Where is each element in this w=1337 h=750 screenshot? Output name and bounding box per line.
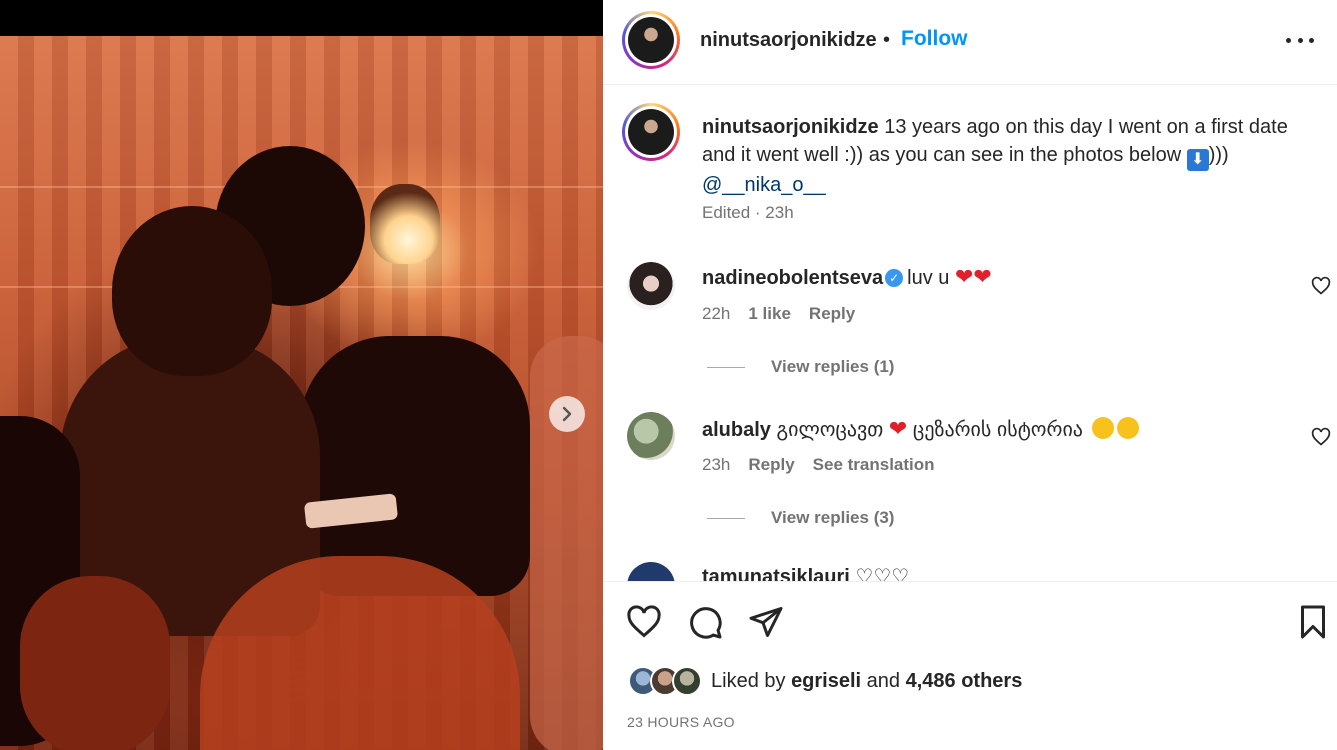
commenter-avatar[interactable]	[627, 562, 675, 581]
verified-badge-icon: ✓	[885, 269, 904, 287]
comments-section[interactable]: ninutsaorjonikidze 13 years ago on this …	[603, 86, 1337, 581]
down-arrow-emoji: ⬇	[1186, 149, 1209, 171]
laughing-emoji	[1116, 417, 1139, 439]
comment-time: 22h	[702, 304, 731, 323]
laughing-emoji	[1091, 417, 1114, 439]
reply-button[interactable]: Reply	[748, 455, 794, 475]
replies-line	[707, 517, 745, 519]
comment-emojis: ♡♡♡	[855, 566, 910, 581]
commenter-avatar[interactable]	[627, 412, 675, 460]
heart-emoji: ❤❤	[954, 264, 992, 289]
more-options-icon[interactable]	[1286, 30, 1314, 50]
caption-text: ninutsaorjonikidze 13 years ago on this …	[702, 113, 1312, 199]
caption-suffix: )))	[1208, 144, 1229, 166]
comment-text: nadineobolentseva ✓ luv u ❤❤	[702, 264, 992, 290]
follow-button[interactable]: Follow	[901, 27, 968, 51]
share-icon[interactable]	[748, 604, 784, 640]
likes-and: and	[866, 669, 901, 692]
likes-summary: Liked by egriseli and 4,486 others	[711, 670, 1022, 693]
replies-line	[707, 366, 745, 368]
author-avatar[interactable]	[622, 11, 680, 69]
likes-others[interactable]: 4,486 others	[906, 670, 1023, 692]
post-panel: ninutsaorjonikidze • Follow ninutsaorjon…	[603, 0, 1337, 750]
post-timestamp[interactable]: 23 HOURS AGO	[627, 714, 735, 730]
see-translation-button[interactable]: See translation	[813, 455, 935, 475]
post-media	[0, 0, 603, 750]
comment-body-2: ცეზარის ისტორია	[912, 419, 1083, 441]
comment-meta: 23h Reply See translation	[702, 455, 935, 475]
comment-username[interactable]: nadineobolentseva	[702, 267, 883, 289]
heart-emoji: ❤	[888, 416, 908, 441]
chevron-right-icon	[562, 406, 572, 422]
comment-meta: 22h 1 like Reply	[702, 304, 855, 324]
photo-figure	[20, 576, 170, 750]
liker-avatar[interactable]	[672, 666, 702, 696]
comment-text: alubaly გილოცავთ ❤ ცეზარის ისტორია	[702, 416, 1139, 442]
comment-username[interactable]: alubaly	[702, 419, 771, 441]
post-actions: Liked by egriseli and 4,486 others 23 HO…	[603, 581, 1337, 750]
comment-body: luv u	[907, 267, 950, 289]
view-replies-button[interactable]: View replies (1)	[707, 357, 894, 377]
photo-lamp	[370, 184, 440, 264]
reply-button[interactable]: Reply	[809, 304, 855, 324]
caption-meta: Edited · 23h	[702, 203, 794, 222]
comment-like-icon[interactable]	[1311, 276, 1331, 296]
caption-username[interactable]: ninutsaorjonikidze	[702, 116, 879, 138]
likes-row: Liked by egriseli and 4,486 others	[628, 666, 1022, 696]
view-replies-label: View replies (3)	[771, 508, 895, 527]
comment-time: 23h	[702, 455, 731, 474]
avatar-image	[628, 17, 674, 63]
liker-username[interactable]: egriseli	[791, 670, 861, 692]
comment-body: გილოცავთ	[776, 419, 884, 441]
comment-text: tamunatsiklauri ♡♡♡	[702, 564, 909, 581]
post-photo[interactable]	[0, 36, 603, 750]
commenter-avatar[interactable]	[627, 262, 675, 310]
author-username[interactable]: ninutsaorjonikidze	[700, 29, 877, 52]
separator-dot: •	[883, 29, 891, 51]
view-replies-button[interactable]: View replies (3)	[707, 508, 894, 528]
view-replies-label: View replies (1)	[771, 357, 895, 376]
caption-mention[interactable]: @__nika_o__	[702, 174, 826, 196]
like-icon[interactable]	[626, 604, 662, 640]
comment-icon[interactable]	[687, 604, 723, 640]
photo-figure	[112, 206, 272, 376]
avatar-image	[628, 109, 674, 155]
next-photo-button[interactable]	[549, 396, 585, 432]
comment-likes[interactable]: 1 like	[748, 304, 791, 324]
comment-like-icon[interactable]	[1311, 427, 1331, 447]
caption-avatar[interactable]	[622, 103, 680, 161]
save-bookmark-icon[interactable]	[1295, 604, 1331, 640]
comment-username[interactable]: tamunatsiklauri	[702, 566, 850, 581]
likes-prefix: Liked by	[711, 669, 786, 692]
post-header: ninutsaorjonikidze • Follow	[603, 0, 1337, 85]
